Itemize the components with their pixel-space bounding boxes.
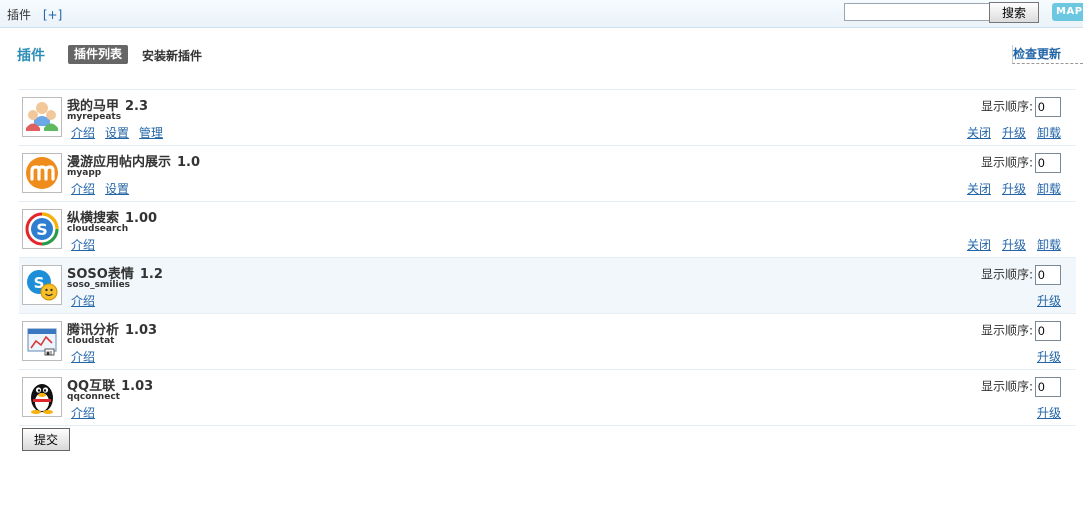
display-order-input[interactable] bbox=[1035, 377, 1061, 397]
display-order: 显示顺序: bbox=[981, 97, 1061, 117]
plugin-version: 1.00 bbox=[125, 211, 158, 226]
upgrade-link[interactable]: 升级 bbox=[1037, 350, 1061, 364]
stats-chart-icon bbox=[22, 321, 62, 361]
tab-plugin-list[interactable]: 插件列表 bbox=[68, 45, 129, 64]
plugin-version: 1.2 bbox=[139, 267, 163, 282]
plugin-row: 我的马甲2.3 myrepeats 介绍设置管理 显示顺序: 关闭升级卸载 bbox=[19, 89, 1076, 145]
display-order-label: 显示顺序: bbox=[980, 155, 1033, 170]
plugin-version: 1.03 bbox=[125, 323, 158, 338]
myapp-logo-icon bbox=[22, 153, 62, 193]
breadcrumb: 插件 [+] bbox=[7, 6, 62, 23]
plugin-version: 1.03 bbox=[121, 379, 154, 394]
display-order: 显示顺序: bbox=[981, 153, 1061, 173]
plugin-identifier: myapp bbox=[67, 168, 102, 178]
uninstall-link[interactable]: 卸载 bbox=[1037, 238, 1061, 252]
plugin-actions: 关闭 升级 卸载 bbox=[956, 124, 1061, 141]
map-button[interactable]: MAP bbox=[1052, 3, 1083, 21]
page-title: 插件 bbox=[17, 48, 45, 64]
display-order-label: 显示顺序: bbox=[980, 379, 1033, 394]
upgrade-link[interactable]: 升级 bbox=[1037, 406, 1061, 420]
plugin-actions: 关闭 升级 卸载 bbox=[956, 180, 1061, 197]
display-order-label: 显示顺序: bbox=[980, 99, 1033, 114]
display-order-input[interactable] bbox=[1035, 265, 1061, 285]
add-shortcut-link[interactable]: [+] bbox=[43, 8, 62, 22]
plugin-links: 介绍 bbox=[71, 348, 105, 365]
upgrade-link[interactable]: 升级 bbox=[1002, 238, 1026, 252]
plugin-links: 介绍 设置 管理 bbox=[71, 124, 173, 141]
intro-link[interactable]: 介绍 bbox=[71, 238, 95, 252]
plugin-actions: 升级 bbox=[1026, 404, 1061, 421]
submit-button[interactable]: 提交 bbox=[22, 428, 70, 451]
disable-link[interactable]: 关闭 bbox=[967, 126, 991, 140]
uninstall-link[interactable]: 卸载 bbox=[1037, 182, 1061, 196]
manage-link[interactable]: 管理 bbox=[139, 126, 163, 140]
display-order: 显示顺序: bbox=[981, 265, 1061, 285]
plugin-links: 介绍 bbox=[71, 236, 105, 253]
plugin-identifier: soso_smilies bbox=[67, 280, 131, 290]
plugin-identifier: cloudstat bbox=[67, 336, 115, 346]
plugin-identifier: qqconnect bbox=[67, 392, 120, 402]
display-order-label: 显示顺序: bbox=[980, 267, 1033, 282]
display-order-input[interactable] bbox=[1035, 153, 1061, 173]
soso-smiley-icon: S bbox=[22, 265, 62, 305]
display-order: 显示顺序: bbox=[981, 377, 1061, 397]
plugin-version: 1.0 bbox=[177, 155, 201, 170]
plugin-list: 我的马甲2.3 myrepeats 介绍设置管理 显示顺序: 关闭升级卸载 漫游… bbox=[19, 89, 1076, 426]
plugin-identifier: myrepeats bbox=[67, 112, 122, 122]
plugin-row: S SOSO表情1.2 soso_smilies 介绍 显示顺序: 升级 bbox=[19, 257, 1076, 313]
tab-install-plugin[interactable]: 安装新插件 bbox=[142, 47, 202, 64]
check-update-link[interactable]: 检查更新 bbox=[1012, 45, 1083, 64]
intro-link[interactable]: 介绍 bbox=[71, 182, 95, 196]
uninstall-link[interactable]: 卸载 bbox=[1037, 126, 1061, 140]
plugin-links: 介绍 设置 bbox=[71, 180, 139, 197]
plugin-row: 漫游应用帖内展示1.0 myapp 介绍设置 显示顺序: 关闭升级卸载 bbox=[19, 145, 1076, 201]
plugin-links: 介绍 bbox=[71, 292, 105, 309]
plugin-version: 2.3 bbox=[125, 99, 149, 114]
breadcrumb-label: 插件 bbox=[7, 8, 32, 22]
intro-link[interactable]: 介绍 bbox=[71, 406, 95, 420]
svg-text:S: S bbox=[36, 220, 48, 239]
search-input[interactable] bbox=[844, 3, 990, 21]
plugin-actions: 升级 bbox=[1026, 348, 1061, 365]
intro-link[interactable]: 介绍 bbox=[71, 126, 95, 140]
intro-link[interactable]: 介绍 bbox=[71, 350, 95, 364]
plugin-row: QQ互联1.03 qqconnect 介绍 显示顺序: 升级 bbox=[19, 369, 1076, 425]
upgrade-link[interactable]: 升级 bbox=[1037, 294, 1061, 308]
cloudsearch-logo-icon: S bbox=[22, 209, 62, 249]
plugin-row: S 纵横搜索 1.00 cloudsearch 介绍 关闭 升级 卸载 bbox=[19, 201, 1076, 257]
qq-penguin-icon bbox=[22, 377, 62, 417]
users-icon bbox=[22, 97, 62, 137]
settings-link[interactable]: 设置 bbox=[105, 126, 129, 140]
plugin-links: 介绍 bbox=[71, 404, 105, 421]
top-bar: 插件 [+] 搜索 MAP bbox=[0, 0, 1083, 28]
settings-link[interactable]: 设置 bbox=[105, 182, 129, 196]
upgrade-link[interactable]: 升级 bbox=[1002, 182, 1026, 196]
display-order: 显示顺序: bbox=[981, 321, 1061, 341]
disable-link[interactable]: 关闭 bbox=[967, 238, 991, 252]
plugin-actions: 关闭 升级 卸载 bbox=[956, 236, 1061, 253]
display-order-label: 显示顺序: bbox=[980, 323, 1033, 338]
display-order-input[interactable] bbox=[1035, 97, 1061, 117]
plugin-actions: 升级 bbox=[1026, 292, 1061, 309]
plugin-row: 腾讯分析1.03 cloudstat 介绍 显示顺序: 升级 bbox=[19, 313, 1076, 369]
plugin-identifier: cloudsearch bbox=[67, 224, 129, 234]
search-button[interactable]: 搜索 bbox=[989, 2, 1039, 23]
disable-link[interactable]: 关闭 bbox=[967, 182, 991, 196]
display-order-input[interactable] bbox=[1035, 321, 1061, 341]
intro-link[interactable]: 介绍 bbox=[71, 294, 95, 308]
upgrade-link[interactable]: 升级 bbox=[1002, 126, 1026, 140]
